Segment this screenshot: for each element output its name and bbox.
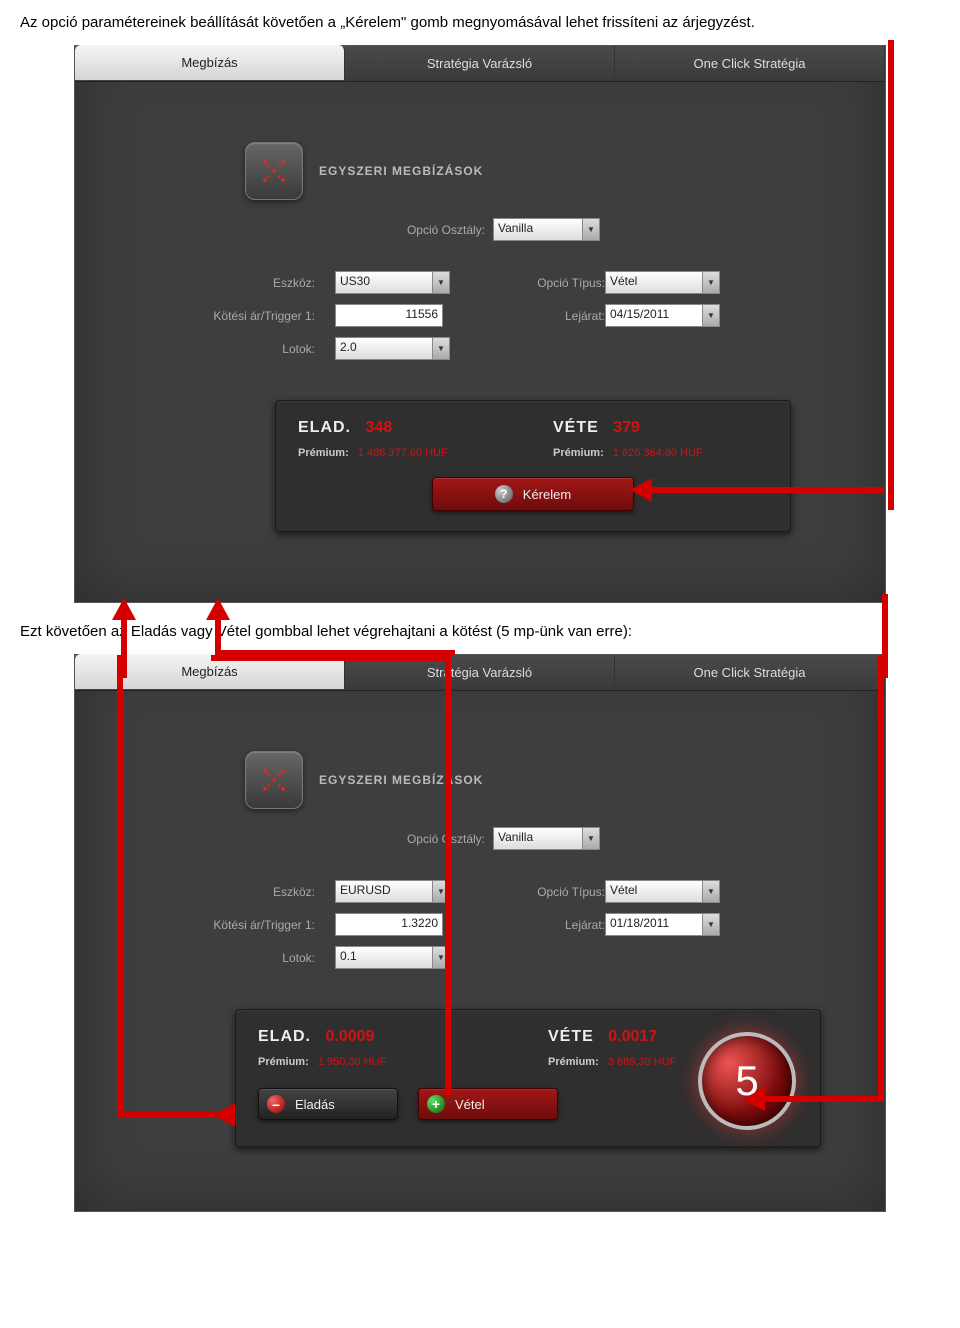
sell-premium: 1 486 377,60 HUF bbox=[358, 447, 448, 459]
label-option-type: Opció Típus: bbox=[495, 885, 605, 899]
options-icon bbox=[245, 751, 303, 809]
help-icon: ? bbox=[495, 485, 513, 503]
label-expiry: Lejárat: bbox=[495, 918, 605, 932]
expiry-select[interactable]: 04/15/2011▼ bbox=[605, 304, 725, 327]
app-window-2: Megbízás Stratégia Varázsló One Click St… bbox=[74, 654, 886, 1212]
label-option-class: Opció Osztály: bbox=[395, 832, 485, 846]
section-title: EGYSZERI MEGBÍZÁSOK bbox=[319, 164, 483, 178]
option-type-select[interactable]: Vétel▼ bbox=[605, 271, 725, 294]
option-class-select[interactable]: Vanilla ▼ bbox=[493, 218, 600, 241]
section-title: EGYSZERI MEGBÍZÁSOK bbox=[319, 773, 483, 787]
label-instrument: Eszköz: bbox=[205, 885, 315, 899]
option-class-select[interactable]: Vanilla ▼ bbox=[493, 827, 600, 850]
buy-value: 0.0017 bbox=[608, 1028, 657, 1045]
label-lots: Lotok: bbox=[205, 342, 315, 356]
tab-one-click[interactable]: One Click Stratégia bbox=[615, 46, 885, 81]
caption-2: Ezt követően az Eladás vagy Vétel gombba… bbox=[20, 623, 940, 640]
buy-premium: 1 626 364,80 HUF bbox=[613, 447, 703, 459]
premium-label-sell: Prémium: bbox=[258, 1056, 309, 1068]
buy-label: VÉTE bbox=[553, 419, 599, 437]
instrument-select[interactable]: EURUSD▼ bbox=[335, 880, 455, 903]
tab-bar: Megbízás Stratégia Varázsló One Click St… bbox=[75, 655, 885, 691]
sell-label: ELAD. bbox=[258, 1028, 311, 1046]
lots-select[interactable]: 2.0▼ bbox=[335, 337, 455, 360]
label-lots: Lotok: bbox=[205, 951, 315, 965]
sell-label: ELAD. bbox=[298, 419, 351, 437]
chevron-down-icon: ▼ bbox=[583, 218, 600, 241]
instrument-select[interactable]: US30▼ bbox=[335, 271, 455, 294]
strike-input[interactable]: 11556 bbox=[335, 304, 455, 327]
chevron-down-icon: ▼ bbox=[703, 880, 720, 903]
chevron-down-icon: ▼ bbox=[433, 271, 450, 294]
sell-value: 348 bbox=[365, 419, 392, 436]
sell-button-label: Eladás bbox=[295, 1097, 335, 1112]
countdown-timer: 5 bbox=[698, 1032, 796, 1130]
tab-strategy-wizard[interactable]: Stratégia Varázsló bbox=[345, 655, 615, 690]
tab-order[interactable]: Megbízás bbox=[75, 654, 345, 689]
chevron-down-icon: ▼ bbox=[433, 880, 450, 903]
options-icon bbox=[245, 142, 303, 200]
tab-order[interactable]: Megbízás bbox=[75, 45, 345, 80]
premium-label-buy: Prémium: bbox=[553, 447, 604, 459]
chevron-down-icon: ▼ bbox=[583, 827, 600, 850]
sell-button[interactable]: – Eladás bbox=[258, 1088, 398, 1120]
chevron-down-icon: ▼ bbox=[703, 913, 720, 936]
buy-value: 379 bbox=[613, 419, 640, 436]
lots-select[interactable]: 0.1▼ bbox=[335, 946, 455, 969]
buy-premium: 3 689,30 HUF bbox=[608, 1056, 676, 1068]
caption-1: Az opció paramétereinek beállítását köve… bbox=[20, 14, 940, 31]
chevron-down-icon: ▼ bbox=[703, 304, 720, 327]
app-window-1: Megbízás Stratégia Varázsló One Click St… bbox=[74, 45, 886, 603]
buy-button-label: Vétel bbox=[455, 1097, 485, 1112]
chevron-down-icon: ▼ bbox=[433, 337, 450, 360]
quote-panel: ELAD. 0.0009 Prémium: 1 950,30 HUF VÉTE … bbox=[235, 1009, 821, 1147]
expiry-select[interactable]: 01/18/2011▼ bbox=[605, 913, 725, 936]
plus-icon: + bbox=[427, 1095, 445, 1113]
chevron-down-icon: ▼ bbox=[703, 271, 720, 294]
label-instrument: Eszköz: bbox=[205, 276, 315, 290]
sell-premium: 1 950,30 HUF bbox=[318, 1056, 386, 1068]
label-option-type: Opció Típus: bbox=[495, 276, 605, 290]
strike-input[interactable]: 1.3220 bbox=[335, 913, 455, 936]
label-option-class: Opció Osztály: bbox=[395, 223, 485, 237]
minus-icon: – bbox=[267, 1095, 285, 1113]
premium-label-sell: Prémium: bbox=[298, 447, 349, 459]
chevron-down-icon: ▼ bbox=[433, 946, 450, 969]
option-type-select[interactable]: Vétel▼ bbox=[605, 880, 725, 903]
request-button[interactable]: ? Kérelem bbox=[432, 477, 634, 511]
tab-strategy-wizard[interactable]: Stratégia Varázsló bbox=[345, 46, 615, 81]
request-button-label: Kérelem bbox=[523, 487, 571, 502]
buy-label: VÉTE bbox=[548, 1028, 594, 1046]
label-expiry: Lejárat: bbox=[495, 309, 605, 323]
quote-panel: ELAD. 348 Prémium: 1 486 377,60 HUF VÉTE… bbox=[275, 400, 791, 532]
tab-bar: Megbízás Stratégia Varázsló One Click St… bbox=[75, 46, 885, 82]
sell-value: 0.0009 bbox=[325, 1028, 374, 1045]
label-strike: Kötési ár/Trigger 1: bbox=[205, 309, 315, 323]
buy-button[interactable]: + Vétel bbox=[418, 1088, 558, 1120]
label-strike: Kötési ár/Trigger 1: bbox=[205, 918, 315, 932]
tab-one-click[interactable]: One Click Stratégia bbox=[615, 655, 885, 690]
premium-label-buy: Prémium: bbox=[548, 1056, 599, 1068]
